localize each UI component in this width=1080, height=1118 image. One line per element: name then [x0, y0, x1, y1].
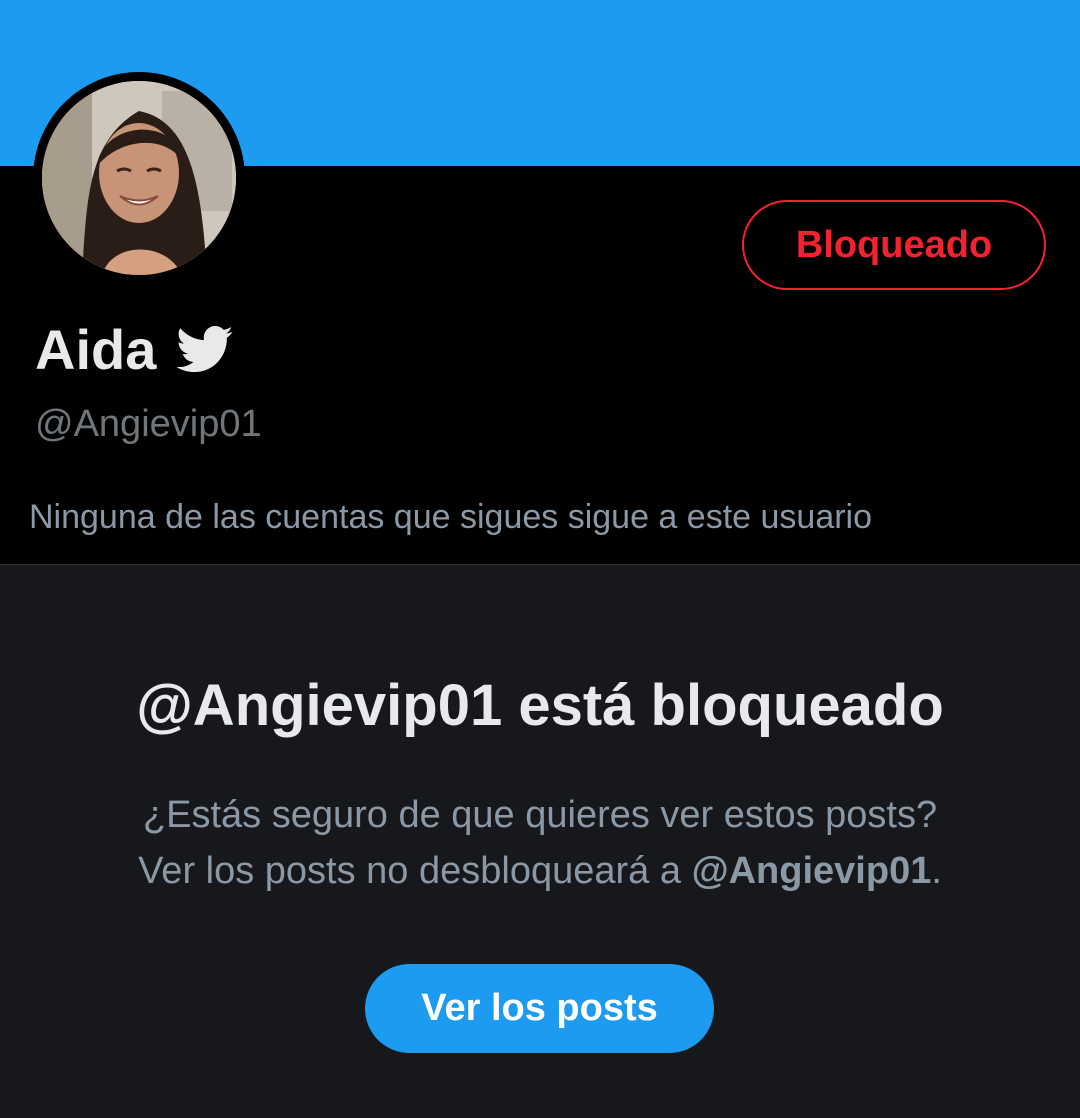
followers-you-know-note: Ninguna de las cuentas que sigues sigue …	[29, 498, 873, 536]
blocked-description-line2-suffix: .	[931, 850, 942, 892]
blocked-description-handle: @Angievip01	[691, 850, 932, 892]
blocked-notice-panel: @Angievip01 está bloqueado ¿Estás seguro…	[0, 565, 1080, 1118]
blocked-description: ¿Estás seguro de que quieres ver estos p…	[40, 787, 1040, 899]
blocked-description-line1: ¿Estás seguro de que quieres ver estos p…	[142, 794, 938, 836]
twitter-bird-icon	[176, 326, 234, 374]
blocked-description-line2-prefix: Ver los posts no desbloqueará a	[138, 850, 692, 892]
profile-handle: @Angievip01	[35, 403, 262, 445]
view-posts-button[interactable]: Ver los posts	[365, 964, 714, 1053]
avatar[interactable]	[33, 72, 245, 284]
avatar-photo	[42, 81, 236, 275]
blocked-title: @Angievip01 está bloqueado	[136, 673, 944, 738]
display-name: Aida	[35, 318, 157, 381]
blocked-button[interactable]: Bloqueado	[742, 200, 1046, 290]
profile-page: Bloqueado Aida @Angievip01 Ninguna de la…	[0, 0, 1080, 1118]
name-row: Aida	[35, 318, 234, 382]
